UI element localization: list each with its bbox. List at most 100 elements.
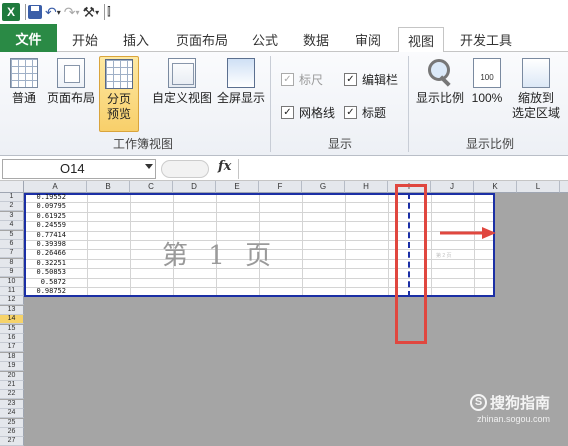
column-header[interactable]: A xyxy=(24,181,87,193)
cell-a-value[interactable]: 0.98752 xyxy=(26,287,66,296)
row-header[interactable]: 8 xyxy=(0,258,24,268)
row-header[interactable]: 26 xyxy=(0,428,24,437)
tab-file[interactable]: 文件 xyxy=(0,24,57,52)
row-header[interactable]: 2 xyxy=(0,202,24,212)
row-header[interactable]: 25 xyxy=(0,418,24,428)
customize-tool-button[interactable]: ⚒ ▾ xyxy=(83,3,100,21)
zoom-100-button[interactable]: 100 100% xyxy=(468,58,506,106)
name-box[interactable]: O14 xyxy=(2,159,156,179)
custom-view-button[interactable]: 自定义视图 xyxy=(150,58,214,106)
row-header[interactable]: 5 xyxy=(0,230,24,240)
insert-function-button[interactable]: fx xyxy=(218,159,231,174)
gridlines-checkbox[interactable]: ✓ 网格线 xyxy=(281,104,335,121)
row-header[interactable]: 7 xyxy=(0,249,24,259)
row-header[interactable]: 14 xyxy=(0,315,24,325)
row-header[interactable]: 6 xyxy=(0,240,24,249)
column-header[interactable]: J xyxy=(431,181,474,193)
row-header[interactable]: 22 xyxy=(0,390,24,400)
normal-view-button[interactable]: 普通 xyxy=(6,58,42,106)
tab-home[interactable]: 开始 xyxy=(63,27,107,52)
gridlines-label: 网格线 xyxy=(299,106,336,120)
row-header[interactable]: 19 xyxy=(0,362,24,372)
row-header[interactable]: 12 xyxy=(0,296,24,306)
column-header[interactable]: E xyxy=(216,181,259,193)
zoom-magnifier-icon xyxy=(426,58,454,88)
cell-a-value[interactable]: 0.61925 xyxy=(26,212,66,221)
qat-more-button[interactable]: ⫿ xyxy=(107,3,111,21)
row-header[interactable]: 15 xyxy=(0,324,24,334)
worksheet-area[interactable]: ABCDEFGHIJKLM 12345678910111213141516171… xyxy=(0,181,568,446)
row-header[interactable]: 9 xyxy=(0,268,24,278)
tab-formulas[interactable]: 公式 xyxy=(243,27,287,52)
formula-input[interactable] xyxy=(238,159,566,179)
row-header[interactable]: 27 xyxy=(0,437,24,446)
formula-bar-expand-control[interactable] xyxy=(161,160,209,178)
page-layout-view-button[interactable]: 页面布局 xyxy=(46,58,96,106)
tab-page-layout[interactable]: 页面布局 xyxy=(167,27,237,52)
gridline xyxy=(345,193,346,296)
row-header[interactable]: 17 xyxy=(0,343,24,353)
row-header[interactable]: 3 xyxy=(0,211,24,221)
column-header[interactable]: H xyxy=(345,181,388,193)
row-header[interactable]: 24 xyxy=(0,409,24,419)
redo-button[interactable]: ↷ ▾ xyxy=(64,3,80,21)
row-header[interactable]: 16 xyxy=(0,334,24,343)
column-header[interactable]: I xyxy=(388,181,431,193)
column-header[interactable]: M xyxy=(560,181,568,193)
row-header[interactable]: 4 xyxy=(0,221,24,231)
page-break-line[interactable] xyxy=(408,193,410,297)
gridline xyxy=(24,211,495,213)
row-header[interactable]: 20 xyxy=(0,371,24,381)
page-2-faint-label: 第 2 页 xyxy=(436,253,452,259)
page-break-preview-label-2: 预览 xyxy=(106,107,131,121)
row-header[interactable]: 13 xyxy=(0,305,24,315)
row-header[interactable]: 18 xyxy=(0,352,24,362)
undo-button[interactable]: ↶ ▾ xyxy=(45,3,61,21)
headings-checkbox[interactable]: ✓ 标题 xyxy=(344,104,386,121)
zoom-button[interactable]: 显示比例 xyxy=(414,58,466,106)
row-header[interactable]: 11 xyxy=(0,287,24,296)
zoom-100-label: 100% xyxy=(471,91,503,105)
undo-icon: ↶ xyxy=(45,3,57,20)
group-separator xyxy=(408,56,409,152)
column-header[interactable]: B xyxy=(87,181,130,193)
cell-a-value[interactable]: 0.32251 xyxy=(26,259,66,268)
cell-a-value[interactable]: 0.5872 xyxy=(26,278,66,287)
tab-insert[interactable]: 插入 xyxy=(114,27,158,52)
tab-view[interactable]: 视图 xyxy=(398,27,444,53)
name-box-dropdown-icon[interactable] xyxy=(145,164,153,169)
excel-app-icon[interactable]: X xyxy=(2,3,20,21)
column-header[interactable]: K xyxy=(474,181,517,193)
cell-a-value[interactable]: 0.19552 xyxy=(26,193,66,202)
row-header[interactable]: 10 xyxy=(0,277,24,287)
ruler-checkbox[interactable]: ✓ 标尺 xyxy=(281,71,323,88)
formula-bar-checkbox[interactable]: ✓ 编辑栏 xyxy=(344,71,398,88)
cell-a-value[interactable]: 0.26466 xyxy=(26,249,66,258)
cell-a-value[interactable]: 0.39398 xyxy=(26,240,66,249)
row-header[interactable]: 23 xyxy=(0,399,24,409)
column-header[interactable]: F xyxy=(259,181,302,193)
page-layout-icon xyxy=(57,58,85,88)
cell-a-value[interactable]: 0.77414 xyxy=(26,231,66,240)
row-header[interactable]: 1 xyxy=(0,193,24,202)
column-header[interactable]: C xyxy=(130,181,173,193)
select-all-corner[interactable] xyxy=(0,181,24,193)
page-break-preview-button[interactable]: 分页 预览 xyxy=(99,56,139,132)
tab-developer[interactable]: 开发工具 xyxy=(454,27,518,52)
save-button[interactable] xyxy=(28,3,42,21)
column-header[interactable]: G xyxy=(302,181,345,193)
cell-a-value[interactable]: 0.50853 xyxy=(26,268,66,277)
gridline xyxy=(431,193,432,296)
qat-separator xyxy=(104,4,106,20)
cell-a-value[interactable]: 0.24559 xyxy=(26,221,66,230)
full-screen-button[interactable]: 全屏显示 xyxy=(215,58,267,106)
column-header[interactable]: D xyxy=(173,181,216,193)
zoom-group-label: 显示比例 xyxy=(465,137,514,151)
row-header[interactable]: 21 xyxy=(0,381,24,390)
cell-a-value[interactable]: 0.09795 xyxy=(26,202,66,211)
zoom-to-selection-button[interactable]: 缩放到 选定区域 xyxy=(508,58,564,121)
gridline xyxy=(87,193,88,296)
tab-data[interactable]: 数据 xyxy=(294,27,338,52)
column-header[interactable]: L xyxy=(517,181,560,193)
tab-review[interactable]: 审阅 xyxy=(346,27,390,52)
